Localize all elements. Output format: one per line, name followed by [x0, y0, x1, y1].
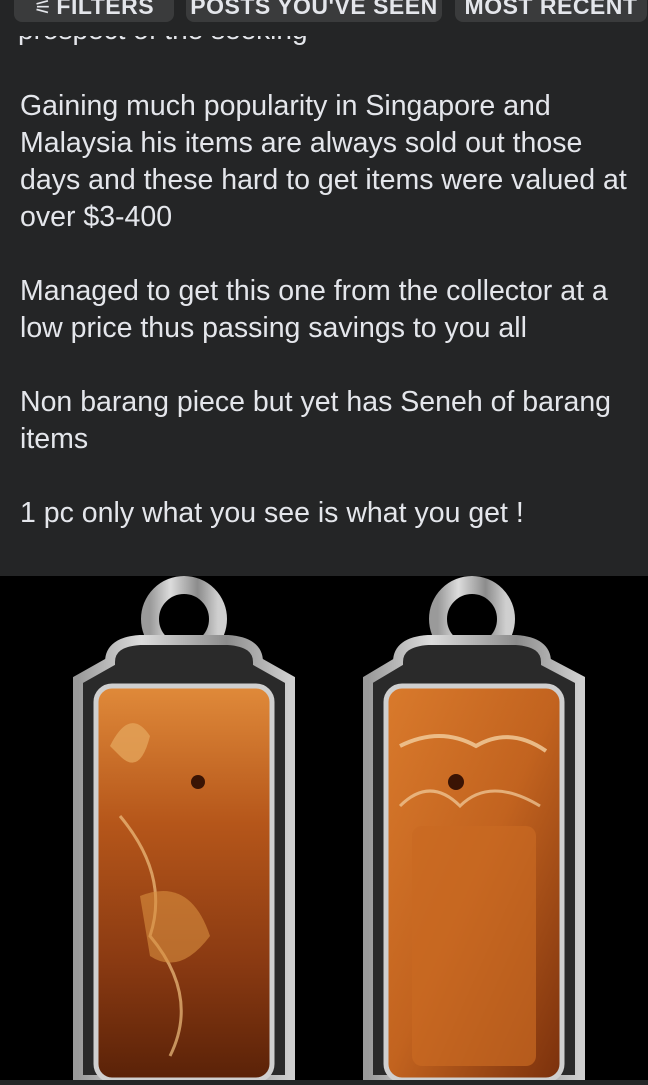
filters-chip-label: FILTERS	[56, 0, 155, 19]
posts-seen-chip-label: POSTS YOU'VE SEEN	[190, 0, 438, 19]
amulet-photo-image	[73, 576, 585, 1085]
post-paragraph: Gaining much popularity in Singapore and…	[20, 90, 627, 233]
post-paragraph: Managed to get this one from the collect…	[20, 275, 608, 344]
filter-bar: ⚟ FILTERS POSTS YOU'VE SEEN MOST RECENT	[0, 0, 648, 24]
post-photo[interactable]	[0, 576, 648, 1085]
most-recent-chip[interactable]: MOST RECENT	[455, 0, 647, 22]
right-amulet	[363, 576, 585, 1085]
filter-icon: ⚟	[33, 0, 53, 19]
post-body: Gaining much popularity in Singapore and…	[20, 88, 632, 569]
post-paragraph: Non barang piece but yet has Seneh of ba…	[20, 386, 612, 455]
posts-seen-chip[interactable]: POSTS YOU'VE SEEN	[186, 0, 442, 22]
most-recent-chip-label: MOST RECENT	[464, 0, 638, 19]
filters-chip[interactable]: ⚟ FILTERS	[14, 0, 174, 22]
clipped-text-line: prospect of the seeking	[18, 36, 308, 50]
post-paragraph: 1 pc only what you see is what you get !	[20, 497, 524, 529]
left-amulet	[73, 576, 295, 1085]
